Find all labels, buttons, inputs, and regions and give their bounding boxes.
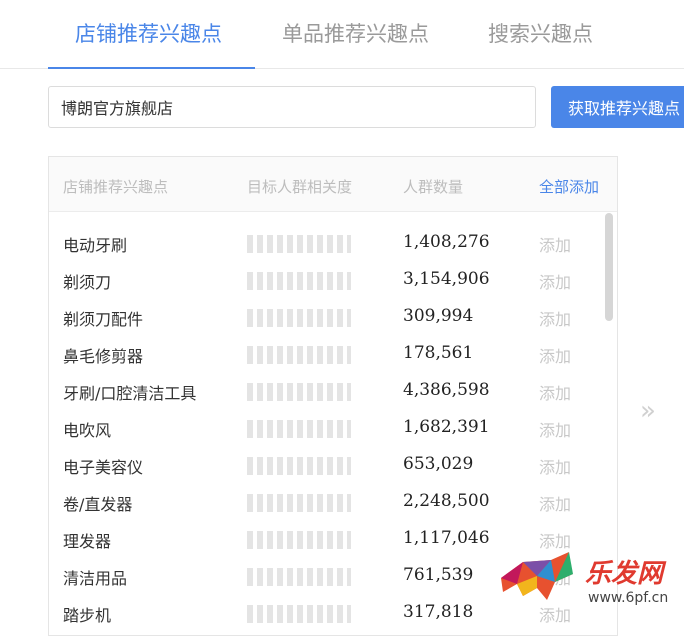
tab-item-interests[interactable]: 单品推荐兴趣点 <box>282 18 429 48</box>
active-tab-indicator <box>48 67 255 69</box>
tab-shop-interests[interactable]: 店铺推荐兴趣点 <box>75 18 222 48</box>
add-button[interactable]: 添加 <box>539 454 571 478</box>
table-header: 店铺推荐兴趣点 目标人群相关度 人群数量 全部添加 <box>49 157 617 212</box>
add-button[interactable]: 添加 <box>539 417 571 441</box>
add-button[interactable]: 添加 <box>539 491 571 515</box>
scroll-thumb[interactable] <box>605 213 613 321</box>
header-relevance: 目标人群相关度 <box>247 178 353 196</box>
table-row: 牙刷/口腔清洁工具 4,386,598 添加 <box>49 376 604 413</box>
audience-count: 1,117,046 <box>403 528 490 548</box>
add-button[interactable]: 添加 <box>539 232 571 256</box>
interest-name: 牙刷/口腔清洁工具 <box>63 384 197 403</box>
add-button[interactable]: 添加 <box>539 306 571 330</box>
shop-name-input[interactable] <box>48 86 536 128</box>
table-row: 剃须刀配件 309,994 添加 <box>49 302 604 339</box>
double-chevron-right-icon[interactable]: » <box>640 396 656 426</box>
relevance-bar <box>247 568 351 586</box>
table-row: 电子美容仪 653,029 添加 <box>49 450 604 487</box>
relevance-bar <box>247 605 351 623</box>
interest-name: 电吹风 <box>63 421 112 440</box>
relevance-bar <box>247 531 351 549</box>
interest-name: 鼻毛修剪器 <box>63 347 144 366</box>
audience-count: 317,818 <box>403 602 474 622</box>
audience-count: 1,408,276 <box>403 232 490 252</box>
tab-bar: 店铺推荐兴趣点 单品推荐兴趣点 搜索兴趣点 <box>0 0 684 69</box>
brand-url: www.6pf.cn <box>588 590 669 606</box>
interest-name: 踏步机 <box>63 606 112 625</box>
audience-count: 309,994 <box>403 306 474 326</box>
relevance-bar <box>247 494 351 512</box>
bull-logo-icon <box>501 552 573 600</box>
relevance-bar <box>247 457 351 475</box>
relevance-bar <box>247 272 351 290</box>
interest-name: 剃须刀 <box>63 273 112 292</box>
get-recommendations-button[interactable]: 获取推荐兴趣点 <box>551 86 684 128</box>
audience-count: 653,029 <box>403 454 474 474</box>
header-interest: 店铺推荐兴趣点 <box>63 178 169 196</box>
interest-name: 卷/直发器 <box>63 495 133 514</box>
interest-name: 电动牙刷 <box>63 236 128 255</box>
add-button[interactable]: 添加 <box>539 343 571 367</box>
relevance-bar <box>247 420 351 438</box>
table-row: 电吹风 1,682,391 添加 <box>49 413 604 450</box>
audience-count: 4,386,598 <box>403 380 490 400</box>
interest-name: 理发器 <box>63 532 112 551</box>
table-row: 电动牙刷 1,408,276 添加 <box>49 228 604 265</box>
add-button[interactable]: 添加 <box>539 269 571 293</box>
interest-name: 清洁用品 <box>63 569 128 588</box>
add-all-button[interactable]: 全部添加 <box>539 176 599 197</box>
relevance-bar <box>247 309 351 327</box>
add-button[interactable]: 添加 <box>539 380 571 404</box>
brand-watermark: 乐发网 <box>585 559 664 589</box>
interest-name: 电子美容仪 <box>63 458 144 477</box>
table-row: 卷/直发器 2,248,500 添加 <box>49 487 604 524</box>
table-row: 鼻毛修剪器 178,561 添加 <box>49 339 604 376</box>
audience-count: 2,248,500 <box>403 491 490 511</box>
audience-count: 178,561 <box>403 343 474 363</box>
tab-search-interests[interactable]: 搜索兴趣点 <box>488 18 593 48</box>
relevance-bar <box>247 235 351 253</box>
audience-count: 3,154,906 <box>403 269 490 289</box>
table-row: 剃须刀 3,154,906 添加 <box>49 265 604 302</box>
audience-count: 761,539 <box>403 565 474 585</box>
relevance-bar <box>247 383 351 401</box>
audience-count: 1,682,391 <box>403 417 490 437</box>
relevance-bar <box>247 346 351 364</box>
header-count: 人群数量 <box>403 178 464 196</box>
interest-name: 剃须刀配件 <box>63 310 144 329</box>
